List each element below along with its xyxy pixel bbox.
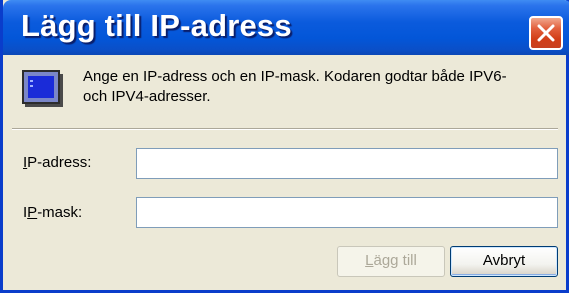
ip-mask-label: IP-mask:: [23, 204, 82, 221]
close-icon: [537, 24, 555, 42]
monitor-icon: [22, 70, 63, 107]
dialog-window: Lägg till IP-adress Ange en IP-adress oc…: [0, 0, 569, 293]
window-title: Lägg till IP-adress: [21, 8, 292, 43]
ip-mask-input[interactable]: [136, 197, 558, 228]
info-text: Ange en IP-adress och en IP-mask. Kodare…: [83, 67, 553, 107]
title-bar[interactable]: Lägg till IP-adress: [3, 0, 569, 55]
ip-mask-label-rest: -mask:: [37, 204, 83, 221]
close-button[interactable]: [529, 16, 563, 50]
dialog-body: Ange en IP-adress och en IP-mask. Kodare…: [3, 55, 566, 290]
add-button[interactable]: Lägg till: [337, 246, 445, 277]
info-line-2: och IPV4-adresser.: [83, 88, 211, 105]
separator: [12, 128, 558, 130]
cancel-button[interactable]: Avbryt: [450, 246, 558, 277]
ip-address-label: IP-adress:: [23, 154, 91, 171]
info-line-1: Ange en IP-adress och en IP-mask. Kodare…: [83, 68, 507, 85]
ip-mask-label-accel: P: [27, 204, 38, 221]
ip-address-label-rest: P-adress:: [27, 154, 92, 171]
ip-address-input[interactable]: [136, 148, 558, 179]
add-button-label: ägg till: [373, 252, 417, 269]
